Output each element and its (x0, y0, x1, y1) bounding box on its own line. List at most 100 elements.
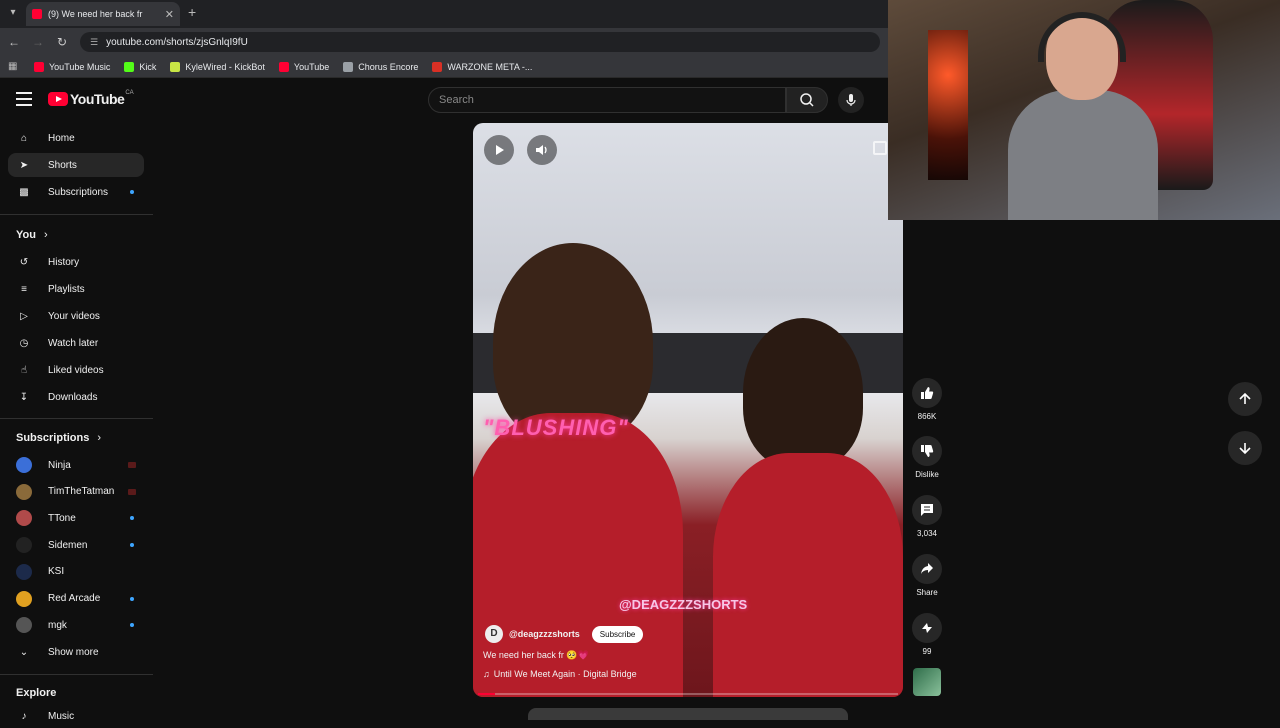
sidebar-item-watch-later[interactable]: ◷ Watch later (8, 331, 144, 355)
webcam-pc-lights (928, 30, 968, 180)
progress-bar[interactable] (478, 693, 898, 695)
bookmark-item[interactable]: Chorus Encore (343, 61, 419, 72)
sidebar-item-red-arcade[interactable]: Red Arcade (8, 587, 144, 611)
next-short-button[interactable] (1228, 431, 1262, 465)
sidebar-item-ksi[interactable]: KSI (8, 560, 144, 584)
you-section-heading[interactable]: You › (16, 229, 48, 241)
dislike-label: Dislike (915, 470, 939, 479)
sidebar-item-downloads[interactable]: ↧ Downloads (8, 385, 144, 409)
microphone-icon (846, 94, 856, 106)
section-heading-text: Subscriptions (16, 432, 90, 444)
search-input[interactable]: Search (428, 87, 786, 113)
comments-button[interactable]: 3,034 (908, 495, 946, 538)
youtube-favicon-icon (32, 9, 42, 19)
sidebar-item-timthetatman[interactable]: TimTheTatman (8, 480, 144, 504)
sidebar-item-label: Ninja (48, 459, 71, 471)
music-note-icon: ♫ (483, 669, 490, 679)
sidebar-divider (0, 214, 153, 215)
sidebar-item-music[interactable]: ♪ Music (8, 704, 144, 728)
sidebar-item-ttone[interactable]: TTone (8, 506, 144, 530)
youtube-logo[interactable]: YouTube CA (48, 90, 134, 107)
music-link[interactable]: ♫ Until We Meet Again · Digital Bridge (483, 669, 637, 679)
sidebar-item-shorts[interactable]: ➤ Shorts (8, 153, 144, 177)
show-more-label: Show more (48, 646, 99, 658)
forward-icon[interactable]: → (30, 34, 46, 50)
reload-icon[interactable]: ↻ (54, 34, 70, 50)
search-button[interactable] (786, 87, 828, 113)
apps-grid-icon[interactable]: ▦ (8, 61, 20, 73)
video-person-right (743, 318, 863, 468)
live-badge-icon (128, 488, 136, 495)
bookmark-label: Kick (139, 61, 157, 72)
dislike-button[interactable]: Dislike (908, 436, 946, 479)
subscribe-button[interactable]: Subscribe (591, 625, 644, 643)
subscriptions-section-heading[interactable]: Subscriptions › (16, 432, 101, 444)
previous-short-button[interactable] (1228, 382, 1262, 416)
explore-section-heading[interactable]: Explore (16, 687, 56, 699)
short-caption[interactable]: We need her back fr 🥺💗 (483, 650, 589, 661)
new-content-dot (130, 516, 134, 521)
comment-icon (921, 504, 933, 516)
sidebar-item-label: TimTheTatman (48, 486, 115, 498)
site-info-icon[interactable]: ☰ (90, 37, 98, 48)
bookmark-label: WARZONE META -... (447, 61, 533, 72)
menu-icon[interactable] (16, 92, 32, 106)
bookmark-item[interactable]: YouTube (278, 61, 329, 72)
back-icon[interactable]: ← (6, 34, 22, 50)
bookmark-favicon-icon (34, 61, 44, 72)
bookmark-label: Chorus Encore (358, 61, 419, 72)
url-bar[interactable]: ☰ youtube.com/shorts/zjsGnlqI9fU (80, 32, 880, 52)
browser-tab[interactable]: (9) We need her back fr ✕ (26, 2, 180, 26)
bookmark-item[interactable]: YouTube Music (34, 61, 110, 72)
search-icon (800, 93, 814, 107)
sidebar-item-label: History (48, 256, 80, 268)
bookmark-item[interactable]: WARZONE META -... (432, 61, 533, 72)
close-tab-icon[interactable]: ✕ (165, 8, 174, 21)
new-content-dot (130, 623, 134, 628)
sidebar-item-your-videos[interactable]: ▷ Your videos (8, 304, 144, 328)
channel-avatar (16, 537, 32, 554)
next-short-preview[interactable] (528, 708, 848, 720)
volume-button[interactable] (527, 135, 557, 165)
sidebar-item-sidemen[interactable]: Sidemen (8, 533, 144, 557)
play-button[interactable] (484, 135, 514, 165)
sidebar-divider (0, 418, 153, 419)
like-button[interactable]: 866K (908, 378, 946, 421)
channel-avatar[interactable]: D (485, 625, 503, 643)
fullscreen-icon[interactable] (873, 141, 887, 155)
tab-search-icon[interactable]: ▾ (5, 5, 21, 21)
sidebar-item-label: Red Arcade (48, 593, 101, 604)
youtube-logo-icon (48, 92, 68, 106)
sidebar-item-playlists[interactable]: ≡ Playlists (8, 277, 144, 301)
remix-icon (922, 623, 932, 633)
sound-thumbnail[interactable] (913, 668, 941, 696)
subscriptions-icon: ▩ (19, 186, 29, 198)
bookmark-favicon-icon (170, 61, 181, 72)
channel-avatar (16, 563, 32, 580)
sidebar-item-home[interactable]: ⌂ Home (8, 126, 144, 150)
bookmark-favicon-icon (278, 61, 289, 72)
share-icon (921, 563, 933, 574)
sidebar-item-subscriptions[interactable]: ▩ Subscriptions (8, 180, 144, 204)
bookmark-favicon-icon (343, 61, 354, 72)
thumbs-down-icon (921, 445, 934, 457)
remix-button[interactable]: 99 (908, 613, 946, 656)
sidebar-divider (0, 674, 153, 675)
show-more-button[interactable]: ⌄ Show more (8, 640, 144, 664)
shorts-player[interactable]: "BLUSHING" @DEAGZZZSHORTS D @deagzzzshor… (473, 123, 903, 697)
sidebar-item-liked-videos[interactable]: ☝ Liked videos (8, 358, 144, 382)
like-count: 866K (917, 412, 937, 421)
share-button[interactable]: Share (908, 554, 946, 597)
new-tab-icon[interactable]: + (188, 4, 196, 20)
bookmark-item[interactable]: KyleWired - KickBot (170, 61, 265, 72)
thumbs-up-icon (921, 387, 934, 399)
voice-search-button[interactable] (838, 87, 864, 113)
sidebar-item-ninja[interactable]: Ninja (8, 453, 144, 477)
bookmark-item[interactable]: Kick (124, 61, 157, 72)
liked-videos-icon: ☝ (20, 364, 28, 376)
sidebar-item-mgk[interactable]: mgk (8, 613, 144, 637)
comment-count: 3,034 (916, 529, 938, 538)
channel-name[interactable]: @deagzzzshorts (509, 629, 580, 639)
watch-later-icon: ◷ (19, 337, 29, 349)
sidebar-item-history[interactable]: ↺ History (8, 250, 144, 274)
